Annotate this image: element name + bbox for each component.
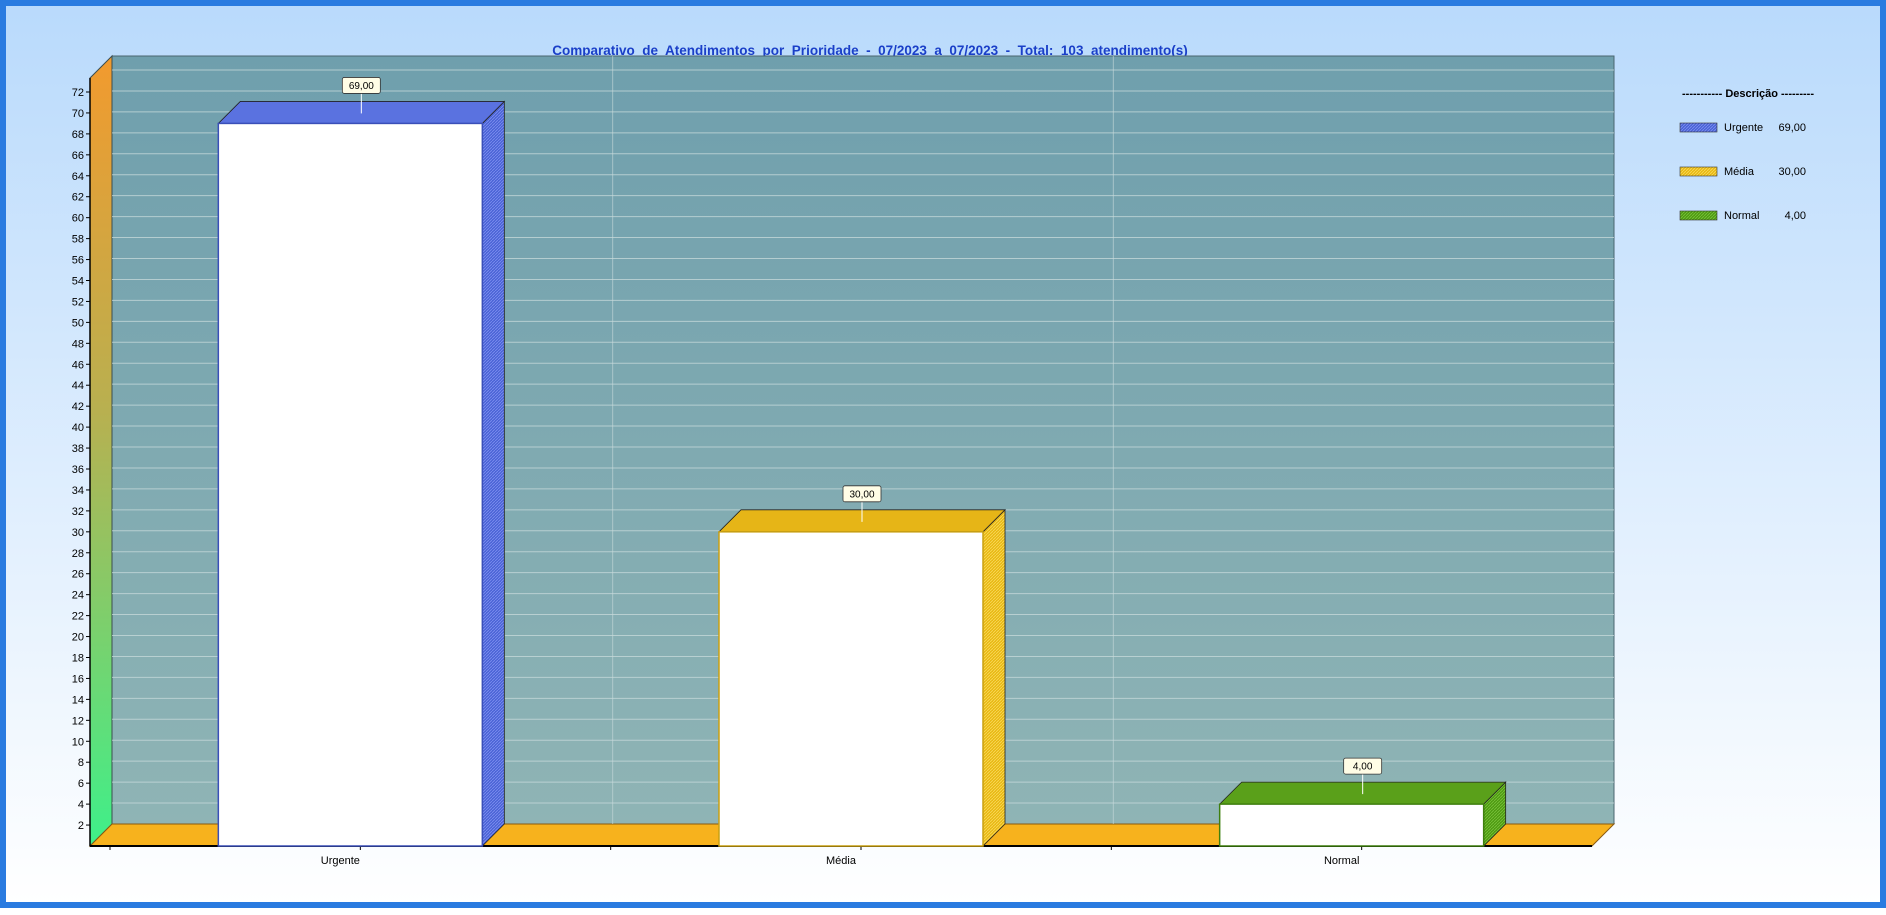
y-tick-label: 38 [72,443,84,455]
y-tick-label: 10 [72,736,84,748]
data-label-normal: 4,00 [1353,762,1373,773]
y-tick-label: 40 [72,422,84,434]
y-tick-label: 36 [72,464,84,476]
legend-swatch-urgente [1679,122,1718,133]
y-tick-label: 54 [72,276,84,288]
y-tick-label: 68 [72,129,84,141]
y-tick-label: 62 [72,192,84,204]
y-tick-label: 28 [72,548,84,560]
legend-value-normal: 4,00 [1785,210,1806,222]
x-tick-label-normal: Normal [1324,855,1359,867]
y-tick-label: 18 [72,653,84,665]
legend-title: ----------- Descrição --------- [1682,88,1814,100]
y-tick-label: 8 [78,757,84,769]
y-tick-label: 46 [72,359,84,371]
y-tick-label: 60 [72,213,84,225]
y-tick-label: 22 [72,611,84,623]
y-tick-label: 50 [72,317,84,329]
data-label-mdia: 30,00 [849,489,874,500]
x-tick-label-mdia: Média [826,855,857,867]
y-tick-label: 32 [72,506,84,518]
bar-side-urgente [481,100,505,847]
legend-label-urgente: Urgente [1724,122,1763,134]
y-tick-label: 24 [72,590,84,602]
legend-label-media: Média [1724,166,1755,178]
y-tick-label: 52 [72,296,84,308]
bar-mdia [718,531,984,847]
chart-frame: Comparativo de Atendimentos por Priorida… [0,0,1886,915]
plot-left-wall [89,54,113,848]
legend-swatch-media [1679,166,1718,177]
y-tick-label: 4 [78,799,84,811]
y-tick-label: 16 [72,673,84,685]
legend-value-urgente: 69,00 [1778,122,1806,134]
x-tick-label-urgente: Urgente [321,855,360,867]
legend-label-normal: Normal [1724,210,1759,222]
bar-normal [1218,803,1485,847]
legend-swatch-normal [1679,210,1718,221]
y-tick-label: 64 [72,171,84,183]
y-tick-label: 48 [72,338,84,350]
bar-urgente [217,122,484,847]
y-tick-label: 42 [72,401,84,413]
legend-value-media: 30,00 [1778,166,1806,178]
data-label-urgente: 69,00 [349,81,374,92]
bar-chart: Comparativo de Atendimentos por Priorida… [0,0,1886,908]
y-tick-label: 14 [72,694,84,706]
y-tick-label: 58 [72,234,84,246]
y-tick-label: 6 [78,778,84,790]
bar-side-mdia [982,508,1006,847]
y-tick-label: 34 [72,485,84,497]
y-tick-label: 56 [72,255,84,267]
y-tick-label: 12 [72,715,84,727]
y-tick-label: 66 [72,150,84,162]
y-tick-label: 70 [72,108,84,120]
y-tick-label: 2 [78,820,84,832]
y-tick-label: 20 [72,632,84,644]
y-tick-label: 44 [72,380,84,392]
y-tick-label: 30 [72,527,84,539]
y-tick-label: 26 [72,569,84,581]
y-tick-label: 72 [72,87,84,99]
